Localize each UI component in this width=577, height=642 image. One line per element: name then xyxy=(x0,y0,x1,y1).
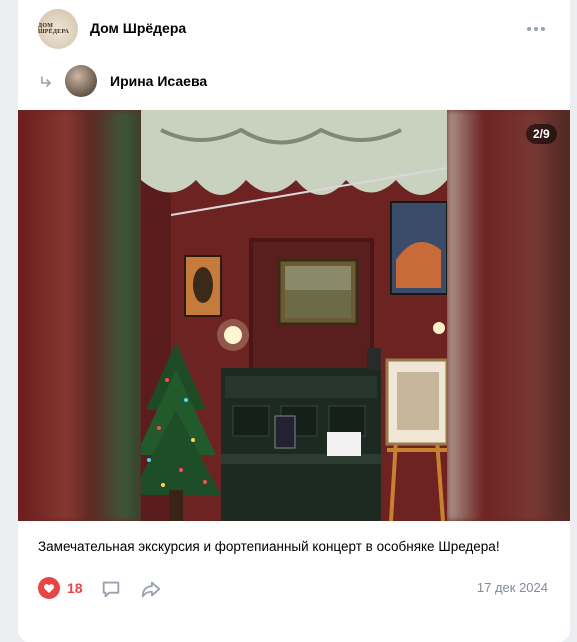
post-date[interactable]: 17 дек 2024 xyxy=(477,580,548,595)
more-dot-icon xyxy=(534,27,538,31)
heart-icon[interactable] xyxy=(38,577,60,599)
author-avatar[interactable] xyxy=(65,65,97,97)
photo-image xyxy=(141,110,447,521)
group-avatar[interactable]: ДОМ ШРЁДЕРА xyxy=(38,9,78,49)
author-name-link[interactable]: Ирина Исаева xyxy=(110,73,207,89)
share-icon[interactable] xyxy=(140,578,162,600)
like-count: 18 xyxy=(67,580,83,596)
group-name-link[interactable]: Дом Шрёдера xyxy=(90,20,186,36)
group-avatar-logo: ДОМ ШРЁДЕРА xyxy=(38,23,70,35)
post-header: ДОМ ШРЁДЕРА Дом Шрёдера xyxy=(18,0,570,58)
photo-blur-right xyxy=(447,110,570,521)
post-actions: 18 17 дек 2024 xyxy=(18,570,570,606)
post-card: ДОМ ШРЁДЕРА Дом Шрёдера Ирина Исаева 2/9… xyxy=(18,0,570,642)
more-options-button[interactable] xyxy=(526,22,546,36)
post-photo[interactable]: 2/9 xyxy=(18,110,570,521)
more-dot-icon xyxy=(541,27,545,31)
photo-counter-badge: 2/9 xyxy=(526,124,557,144)
photo-blur-left xyxy=(18,110,141,521)
repost-icon xyxy=(41,76,51,87)
comment-icon[interactable] xyxy=(100,578,122,600)
post-caption: Замечательная экскурсия и фортепианный к… xyxy=(38,539,500,554)
repost-source: Ирина Исаева xyxy=(18,62,570,102)
more-dot-icon xyxy=(527,27,531,31)
